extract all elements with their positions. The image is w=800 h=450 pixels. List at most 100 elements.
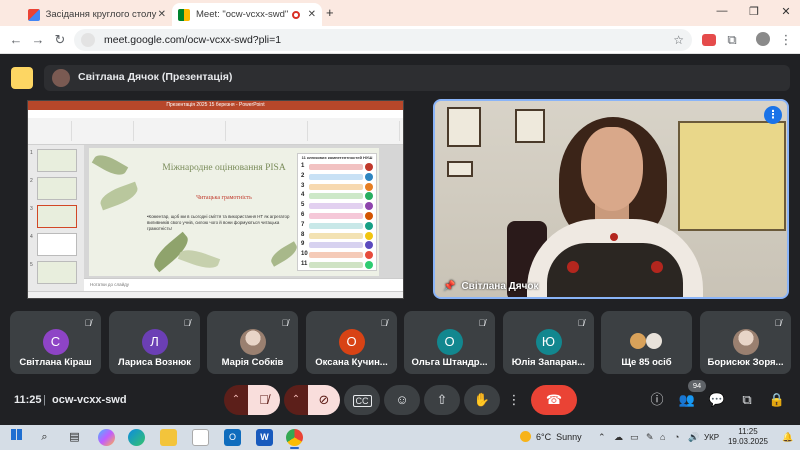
speaking-indicator-icon[interactable]: ⋮ [764,106,782,124]
host-controls-icon[interactable]: 🔒 [767,390,787,410]
competencies-list: 11 ключових компетентностей НУШ 12345678… [297,153,377,271]
separator: | [43,394,46,406]
new-tab-button[interactable]: + [326,5,334,20]
participant-name: Оксана Кучин... [315,357,388,368]
menu-kebab-icon[interactable]: ⋮ [778,32,794,48]
presenter-avatar [52,69,70,87]
meet-control-bar: 11:25 | ocw-vcxx-swd ⌃ 🎙̸ ⌃ ⊘ CC ☺ ⇧ ✋ ⋮… [0,380,800,422]
people-icon[interactable]: 👥 [677,390,697,410]
competency-item: 7 [301,221,375,230]
participant-photo [239,329,266,355]
sun-icon [520,431,531,442]
weather-widget[interactable]: 6°C Sunny [520,431,582,442]
chat-icon[interactable]: 💬 [707,390,727,410]
file-explorer-icon[interactable] [160,429,177,446]
pen-icon[interactable]: ✎ [646,432,654,443]
meeting-info-icon[interactable]: ⓘ [647,390,667,410]
slide-title: Міжнародне оцінювання PISA [162,163,286,173]
competency-item: 1 [301,163,375,171]
chrome-icon[interactable] [286,429,303,449]
store-icon[interactable] [192,429,209,446]
outlook-icon[interactable]: O [224,429,241,446]
emoji-icon: ☺ [395,392,409,407]
mic-muted-icon: 🎙̸ [84,318,92,328]
competency-item: 5 [301,202,375,211]
word-icon[interactable]: W [256,429,273,446]
participant-avatar: О [338,329,365,355]
wifi-icon[interactable]: ◔ [674,432,679,442]
close-window-icon[interactable]: ✕ [776,5,796,18]
maximize-icon[interactable]: ❐ [744,5,764,18]
more-participants-tile[interactable]: Ще 85 осіб [601,311,692,374]
tab-meet[interactable]: Meet: "ocw-vcxx-swd" ✕ [172,3,322,26]
edge-icon[interactable] [128,429,145,446]
captions-button[interactable]: CC [344,385,380,415]
raise-hand-button[interactable]: ✋ [464,385,500,415]
task-view-icon[interactable]: ▤ [66,429,83,446]
recording-icon [291,10,300,19]
address-bar[interactable]: meet.google.com/ocw-vcxx-swd?pli=1 ☆ [74,29,692,51]
volume-icon[interactable]: 🔊 [688,432,699,443]
copilot-icon[interactable] [98,429,115,446]
extensions-puzzle-icon[interactable]: ⧉ [724,32,740,48]
network-icon[interactable]: ⌂ [660,432,665,442]
notifications-icon[interactable]: 🔔 [782,432,793,443]
participant-avatar: Л [141,329,168,355]
more-options-button[interactable]: ⋮ [504,385,524,415]
present-screen-button[interactable]: ⇧ [424,385,460,415]
participant-tile[interactable]: 🎙̸ Борисюк Зоря... [700,311,791,374]
back-icon[interactable]: ← [8,32,24,47]
slide-thumbnail: 1 [30,149,77,172]
site-info-icon[interactable] [81,33,95,47]
search-icon[interactable]: ⌕ [36,429,53,446]
system-clock[interactable]: 11:25 19.03.2025 [722,427,774,447]
participant-tile[interactable]: 🎙̸ Ю Юлія Запаран... [503,311,594,374]
video-options-chevron-icon[interactable]: ⌃ [284,385,308,415]
minimize-icon[interactable]: — [712,5,732,17]
slide-subtitle: Читацька грамотність [196,195,252,201]
slide-thumbnail: 5 [30,261,77,284]
activities-icon[interactable]: ⧉ [737,390,757,410]
shared-screen-presentation: Презентація 2025 15 березня - PowerPoint… [27,100,404,299]
gmail-icon [28,8,40,21]
audio-options-chevron-icon[interactable]: ⌃ [224,385,248,415]
bookmark-star-icon[interactable]: ☆ [673,29,684,51]
presenting-icon[interactable] [11,67,33,89]
onedrive-icon[interactable]: ☁ [614,432,623,443]
close-tab-icon[interactable]: ✕ [308,9,316,20]
meet-icon [178,8,190,21]
presenter-banner-text: Світлана Дячок (Презентація) [78,71,233,83]
phone-hangup-icon: ☎ [545,392,563,407]
reactions-button[interactable]: ☺ [384,385,420,415]
tray-chevron-icon[interactable]: ⌃ [598,432,606,443]
participant-name: Марія Собків [221,357,284,368]
leave-call-button[interactable]: ☎ [531,385,577,415]
tab-gmail[interactable]: Засідання круглого столу з ел ✕ [22,3,172,26]
camera-off-button[interactable]: ⊘ [308,385,340,415]
windows-start-icon[interactable] [8,429,25,446]
participant-tile[interactable]: 🎙̸ Л Лариса Вознюк [109,311,200,374]
profile-avatar[interactable] [756,32,770,46]
mic-muted-icon: 🎙̸ [183,318,191,328]
close-tab-icon[interactable]: ✕ [158,9,166,20]
pin-icon: 📌 [443,281,456,292]
more-vert-icon: ⋮ [507,392,521,407]
participant-tile[interactable]: 🎙̸ О Ольга Штандр... [404,311,495,374]
slide-thumbnail: 2 [30,177,77,200]
url-text: meet.google.com/ocw-vcxx-swd?pli=1 [104,34,282,46]
participant-photo [732,329,759,355]
microphone-off-button[interactable]: 🎙̸ [248,385,280,415]
forward-icon[interactable]: → [30,32,46,47]
battery-icon[interactable]: ▭ [630,432,639,443]
participant-tile[interactable]: 🎙̸ Марія Собків [207,311,298,374]
extension-icon[interactable] [702,34,716,46]
participant-tile[interactable]: 🎙̸ С Світлана Кіраш [10,311,101,374]
ppt-ribbon [28,118,403,145]
participant-avatar: Ю [535,329,562,355]
keyboard-language[interactable]: УКР [704,433,719,442]
participant-tile[interactable]: 🎙̸ О Оксана Кучин... [306,311,397,374]
slide-thumbnail: 4 [30,233,77,256]
participant-avatar: О [436,329,463,355]
speaker-video-tile[interactable]: ⋮ 📌 Світлана Дячок [433,99,789,299]
reload-icon[interactable]: ↻ [52,32,68,48]
